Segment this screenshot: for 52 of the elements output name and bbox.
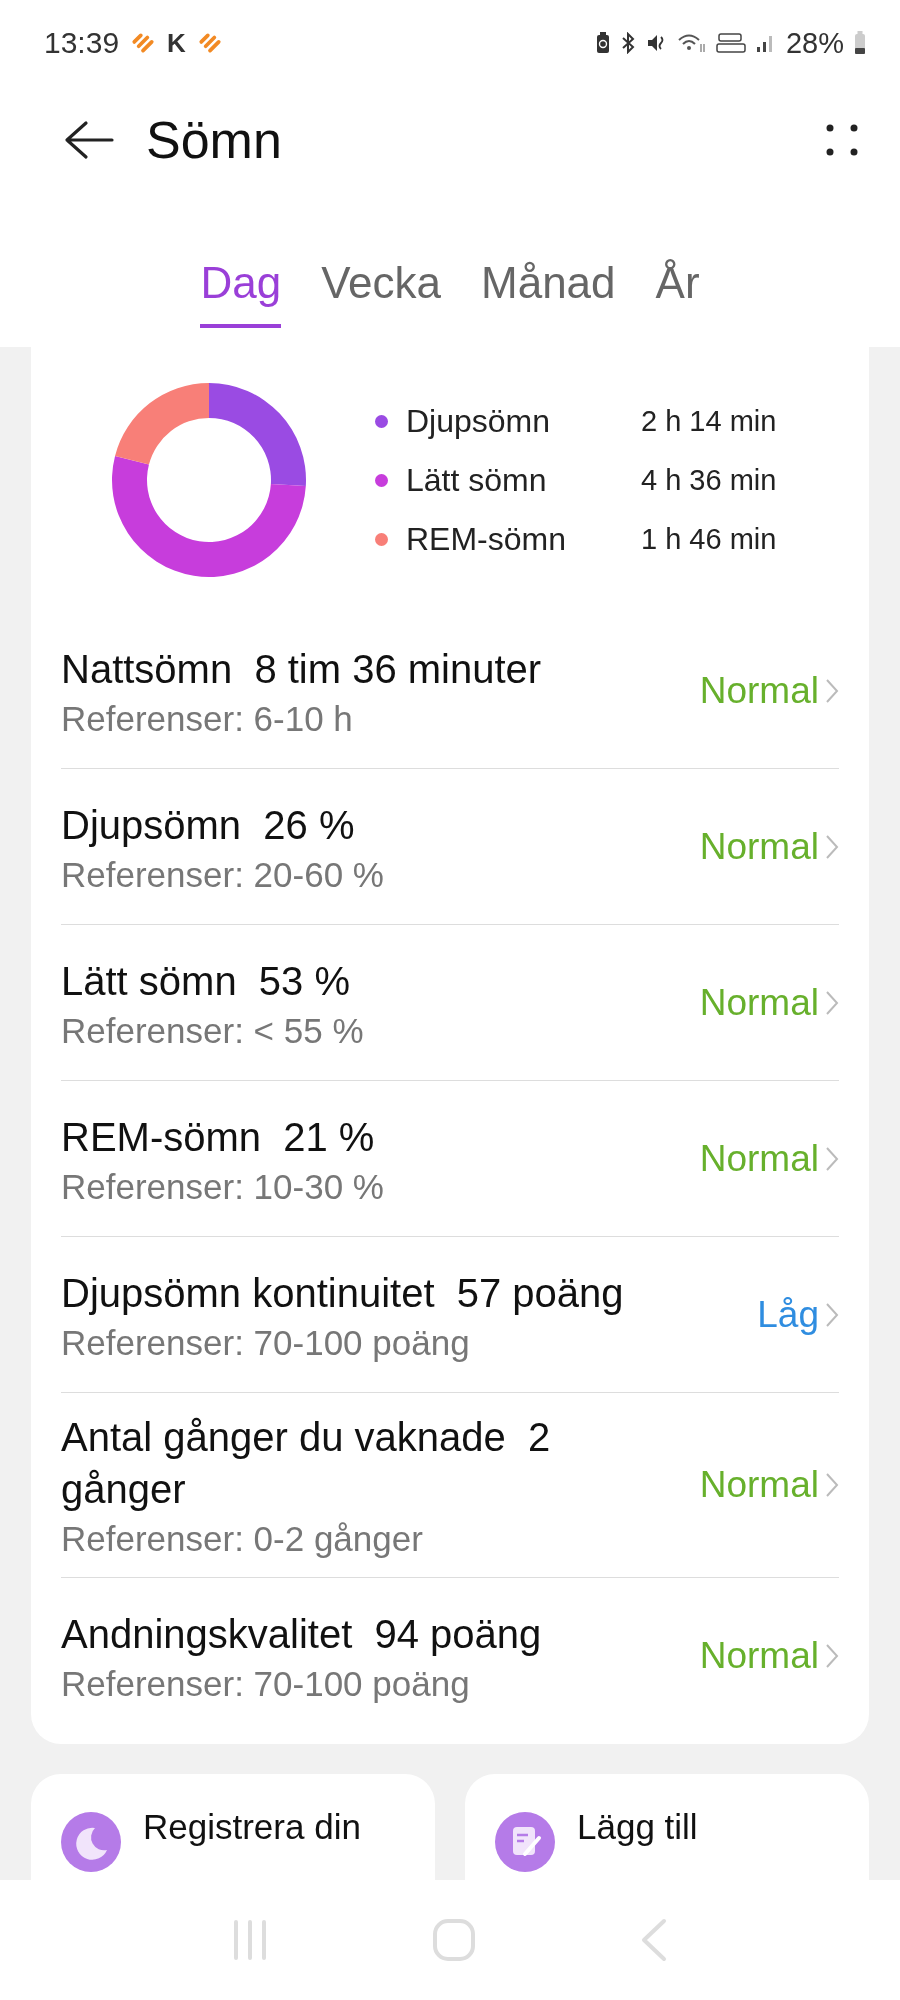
- legend-value: 1 h 46 min: [641, 522, 777, 556]
- status-link[interactable]: Låg: [757, 1293, 819, 1336]
- legend-label: REM-sömn: [406, 520, 567, 558]
- metric-reference: Referenser: 6-10 h: [61, 698, 354, 739]
- chevron-right-icon[interactable]: [825, 833, 839, 860]
- metric-title: Antal gånger du vaknade 2 gånger: [61, 1414, 552, 1513]
- chevron-right-icon[interactable]: [825, 1643, 839, 1669]
- period-tab[interactable]: Månad: [481, 258, 616, 324]
- metric-title: Djupsömn 26 %: [61, 801, 356, 849]
- note-icon: [495, 1812, 555, 1872]
- legend-value: 4 h 36 min: [641, 463, 777, 497]
- status-link[interactable]: Normal: [699, 1137, 819, 1180]
- metric-reference: Referenser: 70-100 poäng: [61, 1322, 471, 1363]
- metric-title: Lätt sömn 53 %: [61, 957, 352, 1005]
- chevron-right-icon[interactable]: [825, 1472, 839, 1498]
- status-link[interactable]: Normal: [699, 825, 819, 868]
- action-card[interactable]: Lägg till: [465, 1774, 869, 1880]
- status-link[interactable]: Normal: [699, 669, 819, 712]
- period-tab[interactable]: Dag: [200, 258, 282, 328]
- metric-reference: Referenser: < 55 %: [61, 1010, 365, 1051]
- app-letter: K: [167, 27, 186, 59]
- status-link[interactable]: Normal: [699, 981, 819, 1024]
- chevron-right-icon[interactable]: [825, 1145, 839, 1172]
- metric-title: Djupsömn kontinuitet 57 poäng: [61, 1269, 625, 1317]
- home-icon[interactable]: [431, 1917, 477, 1963]
- period-tab[interactable]: År: [655, 258, 700, 324]
- metric-title: REM-sömn 21 %: [61, 1113, 376, 1161]
- chevron-right-icon[interactable]: [825, 677, 839, 704]
- wifi-icon: [677, 32, 706, 54]
- metric-reference: Referenser: 0-2 gånger: [61, 1519, 424, 1559]
- battery-percentage: 28%: [785, 26, 844, 60]
- legend-value: 2 h 14 min: [641, 404, 777, 438]
- action-label: Lägg till: [577, 1806, 698, 1848]
- battery-saver-icon: [595, 32, 610, 54]
- metric-reference: Referenser: 70-100 poäng: [61, 1664, 471, 1704]
- action-label: Registrera din: [143, 1806, 361, 1848]
- battery-icon: [854, 31, 866, 55]
- status-link[interactable]: Normal: [699, 1635, 819, 1677]
- metric-title: Nattsömn 8 tim 36 minuter: [61, 645, 543, 693]
- clock-time: 13:39: [44, 26, 120, 60]
- status-link[interactable]: Normal: [699, 1464, 819, 1506]
- chevron-right-icon[interactable]: [825, 989, 839, 1016]
- legend-label: Lätt sömn: [406, 461, 548, 499]
- page-title: Sömn: [146, 110, 283, 170]
- action-card[interactable]: Registrera din: [31, 1774, 435, 1880]
- legend-label: Djupsömn: [406, 402, 552, 440]
- metric-reference: Referenser: 10-30 %: [61, 1166, 385, 1207]
- period-tab[interactable]: Vecka: [321, 258, 441, 324]
- moon-icon: [61, 1812, 121, 1872]
- chevron-right-icon[interactable]: [825, 1301, 839, 1328]
- metric-reference: Referenser: 20-60 %: [61, 854, 385, 895]
- metric-title: Andningskvalitet 94 poäng: [61, 1611, 543, 1658]
